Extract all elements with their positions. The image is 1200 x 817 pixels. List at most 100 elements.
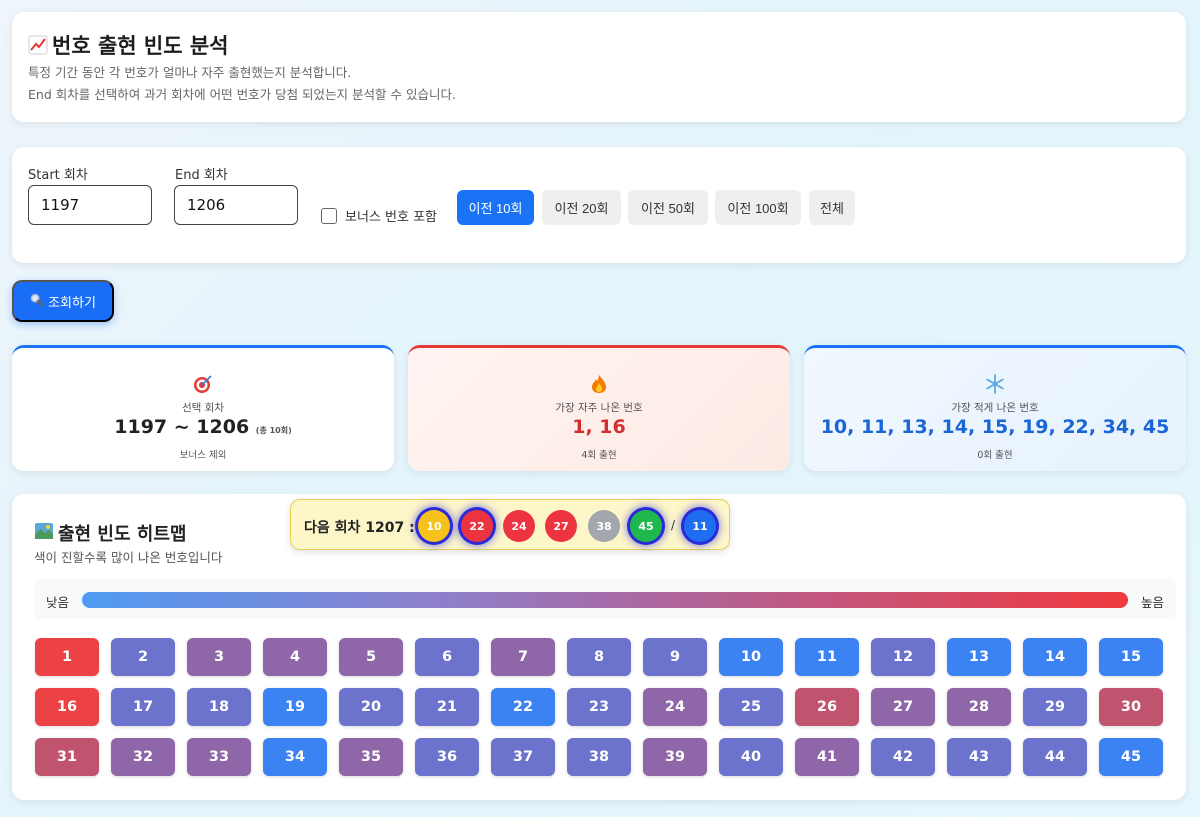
- number-cell-42[interactable]: 42: [871, 738, 935, 776]
- next-draw-label: 다음 회차 1207 :: [304, 520, 415, 536]
- page-description-2: End 회차를 선택하여 과거 회차에 어떤 번호가 당첨 되었는지 분석할 수…: [28, 87, 456, 102]
- number-cell-15[interactable]: 15: [1099, 638, 1163, 676]
- end-input[interactable]: [174, 185, 298, 225]
- stat-range-count: (총 10회): [255, 426, 292, 435]
- number-cell-19[interactable]: 19: [263, 688, 327, 726]
- stat-hot-label: 가장 자주 나온 번호: [555, 402, 643, 414]
- number-cell-9[interactable]: 9: [643, 638, 707, 676]
- stat-card-cold: 가장 적게 나온 번호 10, 11, 13, 14, 15, 19, 22, …: [804, 345, 1186, 471]
- number-cell-40[interactable]: 40: [719, 738, 783, 776]
- number-cell-13[interactable]: 13: [947, 638, 1011, 676]
- number-cell-34[interactable]: 34: [263, 738, 327, 776]
- number-cell-18[interactable]: 18: [187, 688, 251, 726]
- bonus-label: 보너스 번호 포함: [345, 210, 437, 225]
- heatmap-description: 색이 진할수록 많이 나온 번호입니다: [34, 550, 223, 565]
- stat-card-hot: 가장 자주 나온 번호 1, 16 4회 출현: [408, 345, 790, 471]
- number-cell-31[interactable]: 31: [35, 738, 99, 776]
- number-cell-11[interactable]: 11: [795, 638, 859, 676]
- page-description: 특정 기간 동안 각 번호가 얼마나 자주 출현했는지 분석합니다.: [28, 65, 352, 80]
- snowflake-icon: [804, 374, 1186, 394]
- number-cell-10[interactable]: 10: [719, 638, 783, 676]
- number-cell-35[interactable]: 35: [339, 738, 403, 776]
- stat-cold-label: 가장 적게 나온 번호: [951, 402, 1039, 414]
- stat-hot-sub: 4회 출현: [581, 450, 617, 461]
- stat-range-label: 선택 회차: [182, 402, 224, 414]
- next-draw-panel: 다음 회차 1207 : 10 22 24 27 38 45 / 11: [290, 499, 730, 550]
- draw-ball-38: 38: [588, 510, 620, 542]
- end-label: End 회차: [175, 168, 228, 183]
- number-cell-23[interactable]: 23: [567, 688, 631, 726]
- number-cell-30[interactable]: 30: [1099, 688, 1163, 726]
- range-button-all[interactable]: 전체: [809, 190, 855, 225]
- checkbox-icon[interactable]: [321, 207, 337, 224]
- number-cell-24[interactable]: 24: [643, 688, 707, 726]
- page-title: 번호 출현 빈도 분석: [28, 30, 1170, 60]
- number-cell-43[interactable]: 43: [947, 738, 1011, 776]
- stat-range-sub: 보너스 제외: [179, 450, 227, 461]
- start-label: Start 회차: [28, 168, 88, 183]
- map-icon: [34, 522, 54, 545]
- filter-card: Start 회차 End 회차 보너스 번호 포함 이전 10회 이전 20회 …: [12, 147, 1186, 263]
- number-cell-2[interactable]: 2: [111, 638, 175, 676]
- number-cell-16[interactable]: 16: [35, 688, 99, 726]
- stat-card-range: 선택 회차 1197 ~ 1206 (총 10회) 보너스 제외: [12, 345, 394, 471]
- draw-ball-22: 22: [461, 510, 493, 542]
- heatmap-title: 출현 빈도 히트맵: [34, 520, 186, 546]
- legend-low-label: 낮음: [46, 595, 70, 610]
- search-button-label: 조회하기: [48, 294, 96, 310]
- number-cell-28[interactable]: 28: [947, 688, 1011, 726]
- start-input[interactable]: [28, 185, 152, 225]
- header-card: 번호 출현 빈도 분석 특정 기간 동안 각 번호가 얼마나 자주 출현했는지 …: [12, 12, 1186, 122]
- number-cell-29[interactable]: 29: [1023, 688, 1087, 726]
- number-cell-22[interactable]: 22: [491, 688, 555, 726]
- number-cell-12[interactable]: 12: [871, 638, 935, 676]
- search-icon: [30, 293, 43, 309]
- number-cell-6[interactable]: 6: [415, 638, 479, 676]
- draw-ball-10: 10: [418, 510, 450, 542]
- stat-range-value: 1197 ~ 1206 (총 10회): [12, 416, 394, 438]
- legend-high-label: 높음: [1140, 595, 1164, 610]
- range-button-50[interactable]: 이전 50회: [628, 190, 708, 225]
- stat-cold-sub: 0회 출현: [977, 450, 1013, 461]
- draw-ball-bonus: 11: [684, 510, 716, 542]
- number-cell-3[interactable]: 3: [187, 638, 251, 676]
- target-icon: [12, 374, 394, 394]
- number-cell-17[interactable]: 17: [111, 688, 175, 726]
- number-cell-4[interactable]: 4: [263, 638, 327, 676]
- number-cell-5[interactable]: 5: [339, 638, 403, 676]
- number-cell-14[interactable]: 14: [1023, 638, 1087, 676]
- number-cell-21[interactable]: 21: [415, 688, 479, 726]
- number-cell-45[interactable]: 45: [1099, 738, 1163, 776]
- number-cell-44[interactable]: 44: [1023, 738, 1087, 776]
- number-cell-8[interactable]: 8: [567, 638, 631, 676]
- stat-hot-value: 1, 16: [572, 416, 626, 438]
- bonus-separator: /: [671, 518, 676, 532]
- number-cell-7[interactable]: 7: [491, 638, 555, 676]
- range-button-20[interactable]: 이전 20회: [542, 190, 621, 225]
- draw-ball-27: 27: [545, 510, 577, 542]
- number-cell-33[interactable]: 33: [187, 738, 251, 776]
- number-cell-39[interactable]: 39: [643, 738, 707, 776]
- number-cell-27[interactable]: 27: [871, 688, 935, 726]
- fire-icon: [408, 374, 790, 394]
- number-cell-38[interactable]: 38: [567, 738, 631, 776]
- chart-icon: [28, 35, 48, 55]
- heatmap-legend: 낮음 높음: [34, 579, 1176, 619]
- range-button-10[interactable]: 이전 10회: [457, 190, 534, 225]
- draw-ball-24: 24: [503, 510, 535, 542]
- number-cell-41[interactable]: 41: [795, 738, 859, 776]
- search-button[interactable]: 조회하기: [12, 280, 114, 322]
- stat-range-text: 1197 ~ 1206: [114, 416, 250, 438]
- bonus-checkbox[interactable]: 보너스 번호 포함: [321, 206, 437, 225]
- number-cell-25[interactable]: 25: [719, 688, 783, 726]
- number-cell-26[interactable]: 26: [795, 688, 859, 726]
- number-cell-20[interactable]: 20: [339, 688, 403, 726]
- number-cell-36[interactable]: 36: [415, 738, 479, 776]
- number-cell-1[interactable]: 1: [35, 638, 99, 676]
- number-cell-37[interactable]: 37: [491, 738, 555, 776]
- page-title-text: 번호 출현 빈도 분석: [52, 34, 229, 58]
- range-button-100[interactable]: 이전 100회: [715, 190, 801, 225]
- heatmap-title-text: 출현 빈도 히트맵: [58, 524, 187, 545]
- number-cell-32[interactable]: 32: [111, 738, 175, 776]
- draw-ball-45: 45: [630, 510, 662, 542]
